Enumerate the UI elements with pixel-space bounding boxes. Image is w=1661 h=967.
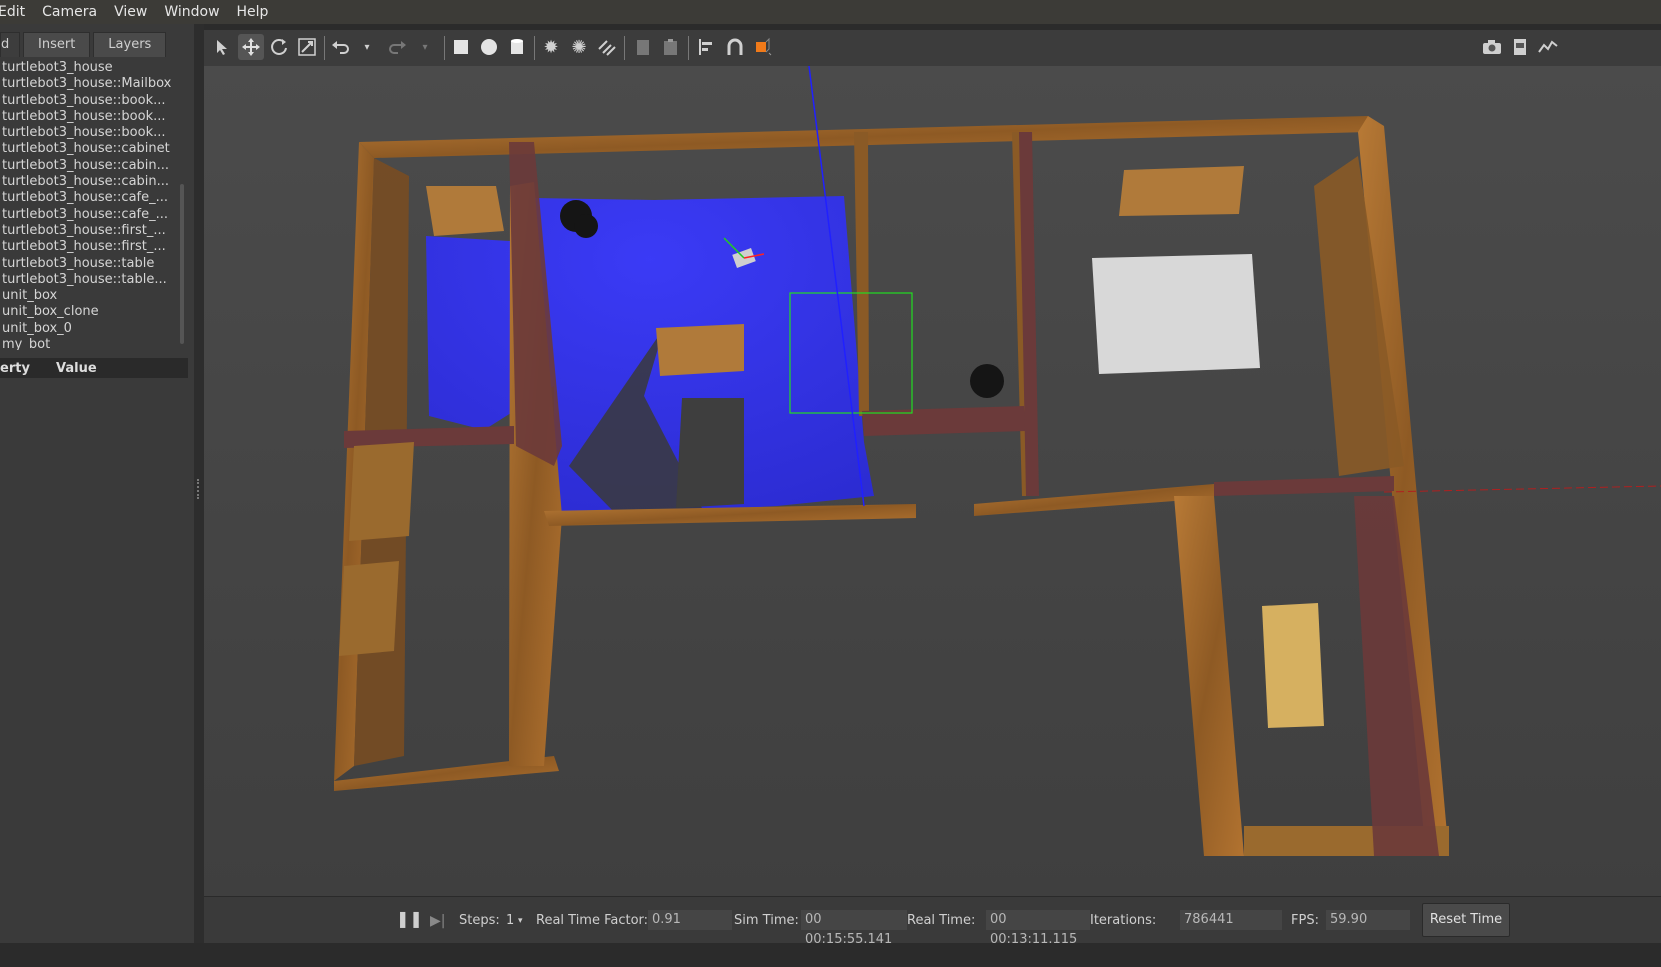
fps-value: 59.90 <box>1326 910 1410 930</box>
toolbar-separator <box>624 36 625 60</box>
undo-dropdown-icon[interactable]: ▾ <box>354 34 380 60</box>
tab-world[interactable]: d <box>0 32 20 57</box>
list-item[interactable]: turtlebot3_house::cafe_... <box>0 190 178 206</box>
list-item[interactable]: turtlebot3_house::cabin... <box>0 158 178 174</box>
step-icon[interactable]: ▶| <box>430 911 445 931</box>
sim-time-value: 00 00:15:55.141 <box>801 910 907 947</box>
list-item[interactable]: turtlebot3_house::book... <box>0 125 178 141</box>
list-item[interactable]: turtlebot3_house::cabinet <box>0 141 178 157</box>
splitter-handle-icon <box>197 479 201 499</box>
toolbar-separator <box>324 36 325 60</box>
tab-layers[interactable]: Layers <box>93 32 167 57</box>
menu-camera[interactable]: Camera <box>42 4 104 20</box>
real-time-value: 00 00:13:11.115 <box>986 910 1090 947</box>
list-item[interactable]: turtlebot3_house::table <box>0 256 178 272</box>
list-item[interactable]: turtlebot3_house::book... <box>0 93 178 109</box>
menu-help[interactable]: Help <box>237 4 276 20</box>
view-angle-icon[interactable] <box>750 34 776 60</box>
scene-viewport[interactable] <box>204 66 1661 896</box>
paste-icon[interactable] <box>658 34 684 60</box>
steps-label: Steps: <box>459 913 500 928</box>
left-tabs: d Insert Layers <box>0 32 169 57</box>
list-item[interactable]: turtlebot3_house::cabin... <box>0 174 178 190</box>
shelf <box>426 186 504 236</box>
log-icon[interactable] <box>1507 34 1533 60</box>
model-tree: turtlebot3_house turtlebot3_house::Mailb… <box>0 60 178 350</box>
list-item[interactable]: unit_box_0 <box>0 321 178 337</box>
directional-light-icon[interactable] <box>594 34 620 60</box>
toolbar-separator <box>534 36 535 60</box>
status-bar: ❚❚ ▶| Steps: 1 ▾ Real Time Factor: 0.91 … <box>204 896 1661 947</box>
list-item[interactable]: unit_box <box>0 288 178 304</box>
rotate-icon[interactable] <box>266 34 292 60</box>
box-icon[interactable] <box>448 34 474 60</box>
pause-icon[interactable]: ❚❚ <box>396 909 423 929</box>
scale-icon[interactable] <box>294 34 320 60</box>
align-icon[interactable] <box>694 34 720 60</box>
trash-can <box>574 214 598 238</box>
steps-dropdown-icon[interactable]: ▾ <box>518 911 523 931</box>
redo-icon[interactable] <box>384 34 410 60</box>
list-item[interactable]: turtlebot3_house::Mailbox <box>0 76 178 92</box>
select-icon[interactable] <box>210 34 236 60</box>
toolbar: ▾ ▾ ✹ ✺ <box>204 30 1661 67</box>
left-panel: d Insert Layers turtlebot3_house turtleb… <box>0 24 194 943</box>
yellow-box <box>1262 603 1324 728</box>
cabinet <box>656 324 744 376</box>
translate-icon[interactable] <box>238 34 264 60</box>
point-light-icon[interactable]: ✹ <box>538 34 564 60</box>
list-item[interactable]: turtlebot3_house::cafe_... <box>0 207 178 223</box>
tree-scrollbar[interactable] <box>180 184 184 344</box>
undo-icon[interactable] <box>328 34 354 60</box>
white-rug <box>1092 254 1260 374</box>
shelf <box>1119 166 1244 216</box>
sim-time-label: Sim Time: <box>734 913 799 928</box>
reset-time-button[interactable]: Reset Time <box>1422 903 1510 937</box>
sphere-icon[interactable] <box>476 34 502 60</box>
menu-view[interactable]: View <box>114 4 154 20</box>
table-dark <box>676 398 744 508</box>
list-item[interactable]: turtlebot3_house::book... <box>0 109 178 125</box>
rtf-label: Real Time Factor: <box>536 913 649 928</box>
tab-insert[interactable]: Insert <box>23 32 91 57</box>
panel-splitter[interactable] <box>194 24 204 943</box>
scene-render <box>204 66 1661 896</box>
menu-edit[interactable]: Edit <box>0 4 32 20</box>
list-item[interactable]: turtlebot3_house::table... <box>0 272 178 288</box>
list-item[interactable]: my_bot <box>0 337 178 350</box>
copy-icon[interactable] <box>630 34 656 60</box>
real-time-label: Real Time: <box>907 913 976 928</box>
value-column-header: Value <box>56 360 97 376</box>
screenshot-icon[interactable] <box>1479 34 1505 60</box>
list-item[interactable]: turtlebot3_house::first_... <box>0 223 178 239</box>
shelf <box>349 442 414 541</box>
iterations-label: Iterations: <box>1090 913 1157 928</box>
redo-dropdown-icon[interactable]: ▾ <box>412 34 438 60</box>
menu-window[interactable]: Window <box>164 4 226 20</box>
menu-bar: Edit Camera View Window Help <box>0 0 1661 24</box>
fps-label: FPS: <box>1291 913 1319 928</box>
brick-wall <box>862 406 1026 436</box>
list-item[interactable]: turtlebot3_house <box>0 60 178 76</box>
spot-light-icon[interactable]: ✺ <box>566 34 592 60</box>
toolbar-separator <box>444 36 445 60</box>
iterations-value: 786441 <box>1180 910 1282 930</box>
window-bottom-edge <box>0 943 1661 967</box>
toolbar-separator <box>688 36 689 60</box>
list-item[interactable]: unit_box_clone <box>0 304 178 320</box>
steps-value[interactable]: 1 <box>506 911 514 931</box>
plot-icon[interactable] <box>1535 34 1561 60</box>
property-header: erty Value <box>0 358 188 378</box>
shelf <box>339 561 399 656</box>
property-column-header: erty <box>0 360 30 376</box>
trash-can <box>970 364 1004 398</box>
cylinder-icon[interactable] <box>504 34 530 60</box>
list-item[interactable]: turtlebot3_house::first_... <box>0 239 178 255</box>
snap-icon[interactable] <box>722 34 748 60</box>
rtf-value: 0.91 <box>648 910 732 930</box>
